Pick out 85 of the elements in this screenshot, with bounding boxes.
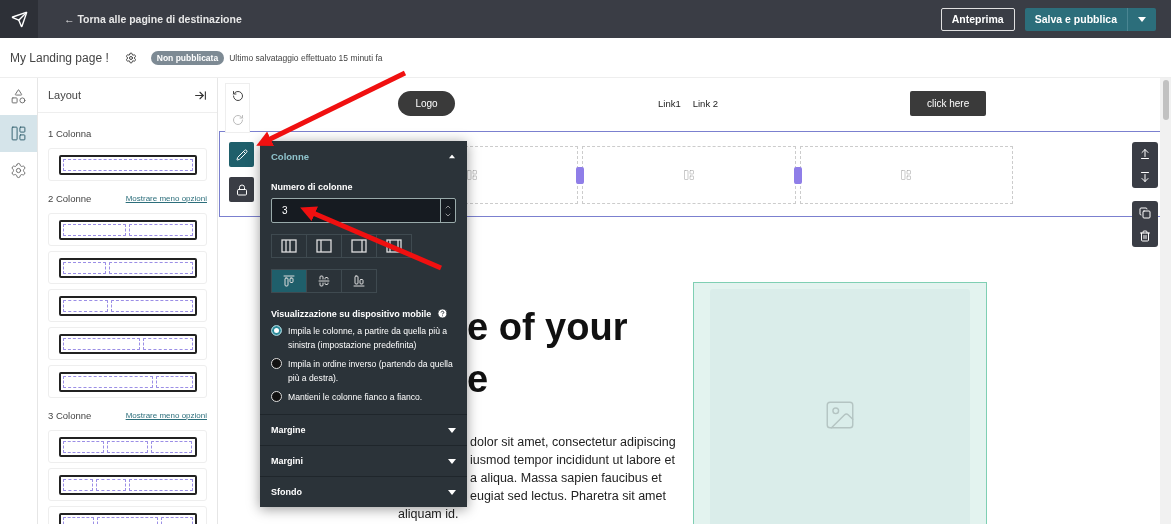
layout-option[interactable] (48, 213, 207, 246)
column-width-button[interactable] (306, 234, 342, 258)
layout-option[interactable] (48, 327, 207, 360)
column-width-button[interactable] (341, 234, 377, 258)
layout-option[interactable] (48, 430, 207, 463)
logo-pill: Logo (398, 91, 455, 116)
column-width-button[interactable] (271, 234, 307, 258)
layout-option[interactable] (48, 148, 207, 181)
layout-option[interactable] (48, 289, 207, 322)
column-width-icon (281, 239, 297, 253)
shapes-icon (10, 88, 27, 105)
section-header[interactable]: Margine (260, 414, 467, 445)
radio-label: Impila le colonne, a partire da quella più a sinistra (impostazione predefinita) (288, 325, 449, 352)
field-label: Visualizzazione su dispositivo mobile (271, 308, 432, 319)
block-icon (465, 169, 478, 181)
section-header[interactable]: Colonne (260, 141, 467, 162)
body-text-line: dolor sit amet, consectetur adipiscing (470, 434, 676, 451)
body-text-line: aliquam id. (398, 506, 459, 523)
paper-plane-icon (10, 10, 28, 28)
show-less-link[interactable]: Mostrare meno opzioni (125, 410, 207, 420)
show-less-link[interactable]: Mostrare meno opzioni (125, 193, 207, 203)
section-header[interactable]: Margini (260, 445, 467, 476)
column-width-icon (316, 239, 332, 253)
column-width-icon (386, 239, 402, 253)
nav-link[interactable]: Link 2 (692, 98, 719, 109)
field-label: Numero di colonne (271, 182, 354, 192)
arrow-down-icon (1139, 170, 1151, 183)
last-saved-text: Ultimo salvataggio effettuato 15 minuti fa (229, 52, 383, 63)
layout-option[interactable] (48, 251, 207, 284)
settings-icon (10, 162, 27, 179)
group-label: 1 Colonna (48, 127, 92, 139)
copy-icon (1139, 206, 1151, 219)
save-publish-button[interactable]: Salva e pubblica (1024, 7, 1127, 31)
back-link[interactable]: ← Torna alle pagine di destinazione (64, 13, 242, 25)
body-text-line: iusmod tempor incididunt ut labore et (470, 452, 675, 469)
redo-icon (231, 114, 244, 126)
align-top-button[interactable] (271, 269, 307, 293)
settings-icon[interactable] (124, 51, 137, 64)
resize-handle[interactable] (576, 166, 585, 184)
body-text-line: a aliqua. Massa sapien faucibus et (470, 470, 662, 487)
hero-heading: e of your (467, 305, 628, 350)
align-bottom-button[interactable] (341, 269, 377, 293)
radio-label: Mantieni le colonne fianco a fianco. (288, 391, 423, 404)
panel-title: Layout (48, 89, 82, 101)
layout-option[interactable] (48, 468, 207, 501)
undo-icon (231, 90, 244, 102)
align-top-icon (283, 275, 295, 287)
align-bottom-icon (353, 275, 365, 287)
collapse-icon[interactable] (194, 88, 207, 102)
resize-handle[interactable] (793, 166, 802, 184)
block-icon (683, 169, 695, 181)
block-icon (900, 169, 913, 181)
pencil-icon (235, 148, 248, 161)
layout-option[interactable] (48, 365, 207, 398)
undo-button[interactable] (231, 90, 244, 102)
group-label: 3 Colonne (48, 409, 92, 421)
radio-button[interactable] (271, 358, 282, 369)
column-width-button[interactable] (376, 234, 412, 258)
hero-heading: e (467, 357, 489, 402)
radio-button[interactable] (271, 325, 282, 336)
help-icon[interactable] (437, 308, 449, 319)
radio-label: Impila in ordine inverso (partendo da quella più a destra). (288, 358, 454, 385)
dropdown-caret-button[interactable] (1127, 7, 1156, 31)
page-title: My Landing page ! (10, 50, 109, 65)
scrollbar-thumb[interactable] (1162, 80, 1169, 120)
lock-button[interactable] (229, 177, 254, 202)
align-middle-button[interactable] (306, 269, 342, 293)
app-logo[interactable] (0, 0, 38, 38)
trash-icon (1139, 229, 1151, 242)
align-middle-icon (318, 275, 330, 287)
preview-button[interactable]: Anteprima (940, 7, 1015, 31)
arrow-up-icon (1139, 147, 1151, 160)
cta-button[interactable]: click here (910, 91, 987, 116)
body-text-line: eugiat sed lectus. Pharetra sit amet (470, 488, 666, 505)
layout-icon (10, 125, 27, 142)
section-header[interactable]: Sfondo (260, 476, 467, 507)
nav-link[interactable]: Link1 (658, 98, 681, 109)
status-badge: Non pubblicata (150, 50, 225, 65)
column-width-icon (351, 239, 367, 253)
radio-button[interactable] (271, 391, 282, 402)
caret-icon (1138, 16, 1146, 22)
column-count-field[interactable]: 3 (271, 198, 456, 223)
group-label: 2 Colonne (48, 192, 92, 204)
pencil-button[interactable] (229, 142, 254, 167)
lock-icon (235, 183, 248, 196)
